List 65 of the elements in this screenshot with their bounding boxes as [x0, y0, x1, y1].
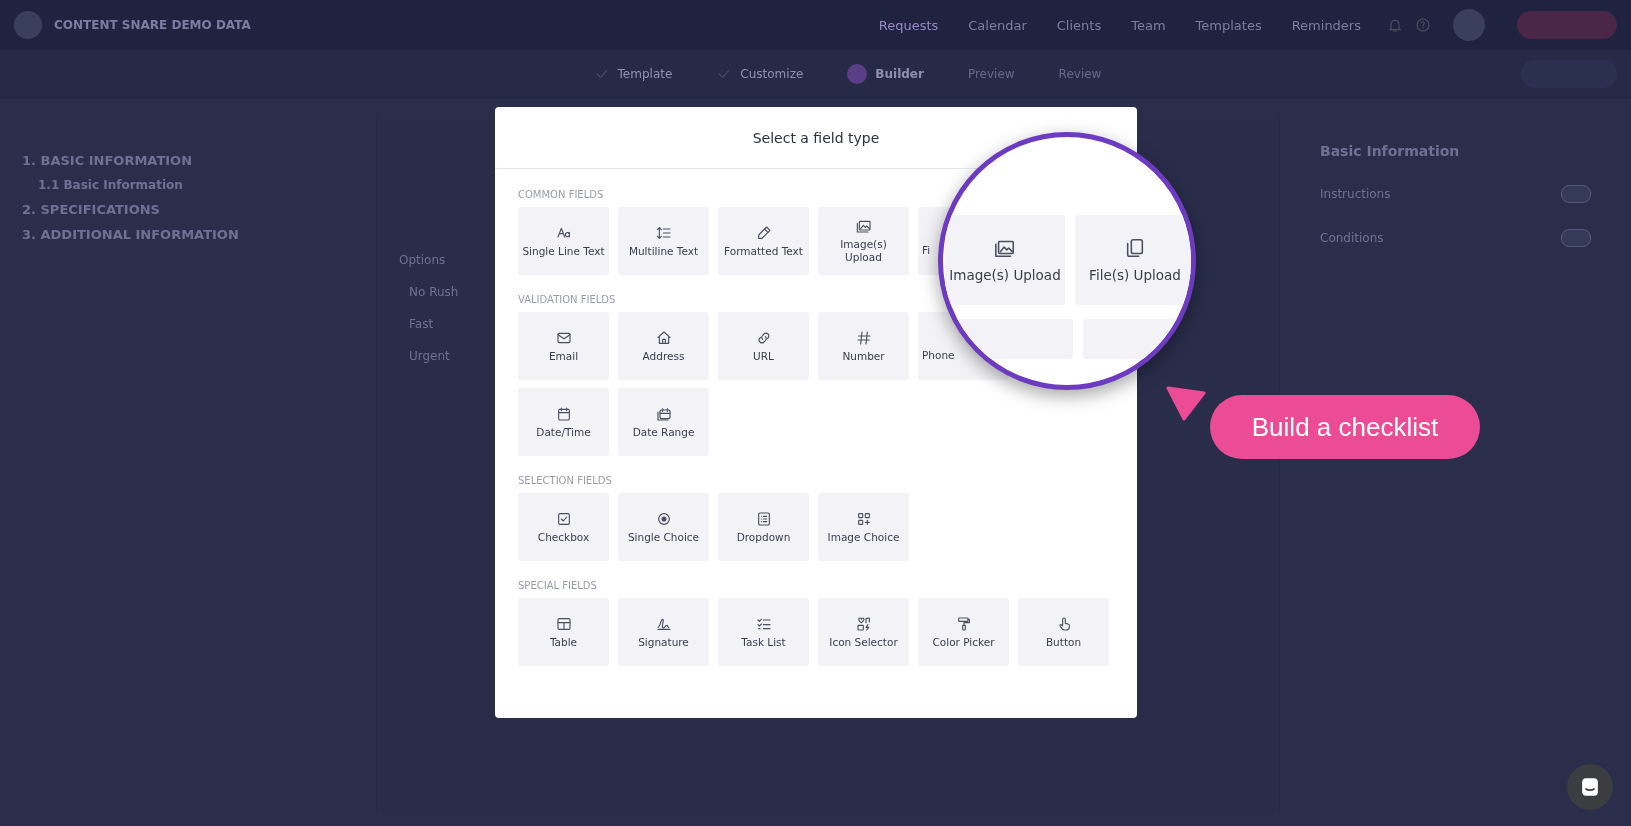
panel-title: Basic Information — [1320, 143, 1461, 159]
paint-roller-icon — [955, 615, 972, 632]
nav-link[interactable]: Clients — [1056, 17, 1102, 33]
list-icon — [755, 510, 772, 527]
toggle-label: Instructions — [1320, 187, 1391, 201]
shapes-icon — [855, 615, 872, 632]
section-label: SPECIAL FIELDS — [518, 580, 598, 591]
chat-button[interactable] — [1567, 764, 1613, 810]
field-type-tile[interactable]: URL — [718, 312, 809, 380]
field-type-tile[interactable]: Number — [818, 312, 909, 380]
toggle-label: Conditions — [1320, 231, 1384, 245]
field-type-tile[interactable]: Icon Selector — [818, 598, 909, 666]
field-type-tile[interactable]: Image(s) Upload — [945, 215, 1065, 305]
house-icon — [655, 329, 672, 346]
checkbox-icon — [555, 510, 572, 527]
help-icon — [1415, 17, 1431, 33]
options-label: Options — [399, 253, 446, 267]
radio-icon — [655, 510, 672, 527]
field-type-tile[interactable]: Dropdown — [718, 493, 809, 561]
line-spacing-icon — [655, 224, 672, 241]
pointer-icon — [1166, 385, 1206, 421]
brand-name: CONTENT SNARE DEMO DATA — [54, 18, 252, 32]
grid-plus-icon — [855, 510, 872, 527]
nav-link[interactable]: Templates — [1195, 17, 1262, 33]
pencil-icon — [755, 224, 772, 241]
field-type-tile[interactable]: Image Choice — [818, 493, 909, 561]
hash-icon — [855, 329, 872, 346]
toggle-switch[interactable] — [1561, 185, 1591, 203]
field-type-tile[interactable]: File(s) Upload — [1075, 215, 1191, 305]
field-type-tile[interactable]: Color Picker — [918, 598, 1009, 666]
header-button[interactable] — [1517, 11, 1617, 39]
field-type-tile[interactable]: Multiline Text — [618, 207, 709, 275]
field-type-tile[interactable]: Task List — [718, 598, 809, 666]
field-type-tile[interactable]: Signature — [618, 598, 709, 666]
table-icon — [555, 615, 572, 632]
nav-link[interactable]: Calendar — [968, 17, 1027, 33]
step-link[interactable]: Builder — [875, 67, 924, 81]
field-type-tile[interactable]: Checkbox — [518, 493, 609, 561]
step-link[interactable]: Customize — [740, 67, 804, 81]
section-label: COMMON FIELDS — [518, 189, 605, 200]
files-icon — [1124, 236, 1146, 259]
nav-link[interactable]: Reminders — [1291, 17, 1361, 33]
logo-icon — [14, 11, 42, 39]
field-type-tile[interactable]: Formatted Text — [718, 207, 809, 275]
field-type-tile[interactable]: Image(s) Upload — [818, 207, 909, 275]
toggle-switch[interactable] — [1561, 229, 1591, 247]
field-type-tile[interactable]: Single Line Text — [518, 207, 609, 275]
callout-label: Build a checklist — [1210, 395, 1480, 459]
field-type-tile[interactable]: Button — [1018, 598, 1109, 666]
field-type-tile[interactable]: Address — [618, 312, 709, 380]
field-type-tile[interactable]: Email — [518, 312, 609, 380]
calendar-icon — [555, 405, 572, 422]
avatar-icon[interactable] — [1453, 9, 1485, 41]
calendar-range-icon — [655, 405, 672, 422]
nav-link[interactable]: Requests — [878, 17, 939, 33]
bell-icon — [1387, 17, 1403, 33]
section-label: SELECTION FIELDS — [518, 475, 613, 486]
field-type-tile[interactable]: Date Range — [618, 388, 709, 456]
step-link[interactable]: Template — [617, 67, 673, 81]
section-label: VALIDATION FIELDS — [518, 294, 617, 305]
field-type-tile[interactable]: Table — [518, 598, 609, 666]
field-type-tile[interactable]: Date/Time — [518, 388, 609, 456]
image-icon — [855, 218, 872, 235]
nav-link[interactable]: Team — [1131, 17, 1166, 33]
field-type-tile[interactable]: Single Choice — [618, 493, 709, 561]
